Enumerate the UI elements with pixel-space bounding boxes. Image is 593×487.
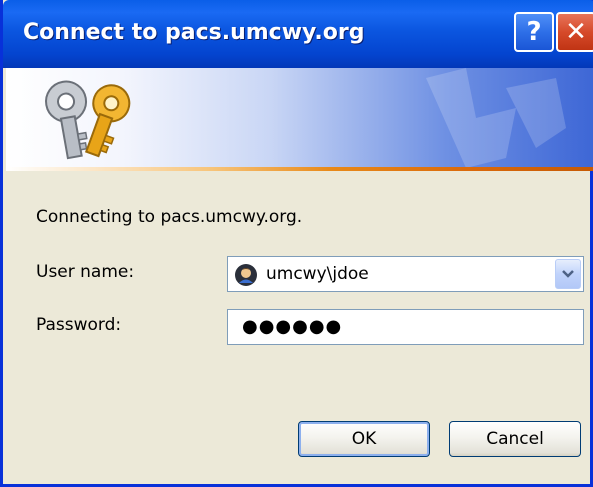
- dropdown-arrow-button[interactable]: [555, 259, 581, 289]
- user-icon: [235, 264, 257, 286]
- help-button[interactable]: ?: [514, 12, 554, 52]
- password-value: ●●●●●●: [242, 316, 343, 337]
- banner-divider: [6, 167, 593, 171]
- cancel-button[interactable]: Cancel: [449, 421, 581, 457]
- window-title: Connect to pacs.umcwy.org: [23, 20, 365, 45]
- banner: [6, 68, 593, 167]
- connecting-message: Connecting to pacs.umcwy.org.: [36, 207, 303, 227]
- title-bar[interactable]: Connect to pacs.umcwy.org ? ✕: [3, 0, 593, 68]
- dialog-window: Connect to pacs.umcwy.org ? ✕ Connecting…: [0, 0, 593, 487]
- keys-icon: [45, 80, 131, 160]
- close-button[interactable]: ✕: [556, 12, 593, 52]
- username-label: User name:: [36, 262, 135, 282]
- username-value: umcwy\jdoe: [266, 264, 369, 284]
- password-field[interactable]: ●●●●●●: [227, 309, 584, 345]
- username-combobox[interactable]: umcwy\jdoe: [227, 256, 584, 292]
- password-label: Password:: [36, 315, 122, 335]
- chevron-down-icon: [562, 270, 574, 278]
- ok-button[interactable]: OK: [298, 421, 430, 457]
- banner-watermark-icon: [426, 68, 566, 167]
